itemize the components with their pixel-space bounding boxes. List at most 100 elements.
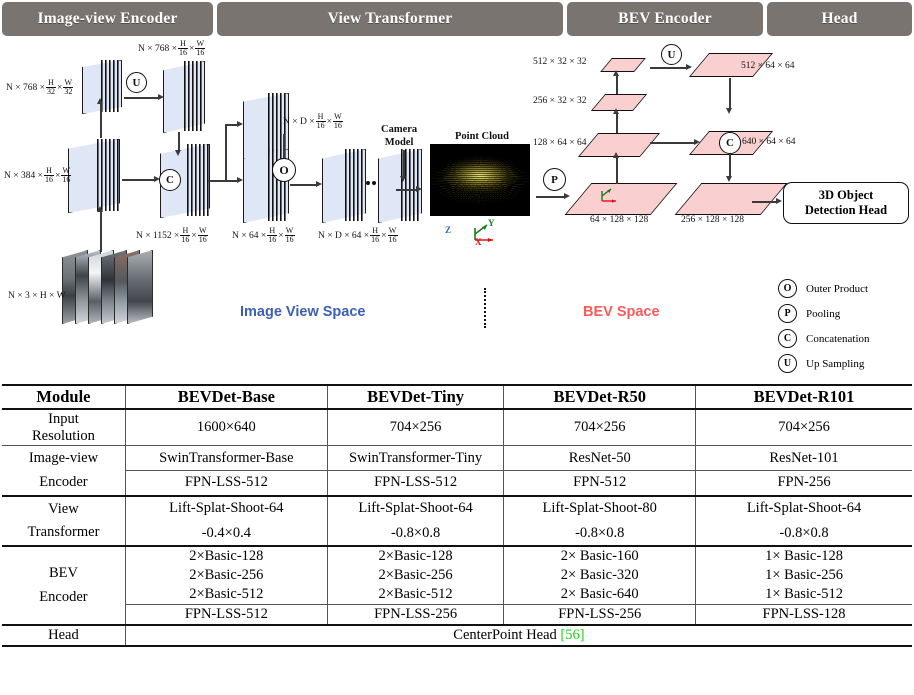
head-value-text: CenterPoint Head [453,627,557,644]
bev-map-128 [577,133,661,157]
stack-edge [113,139,115,211]
arrow-head [694,138,700,145]
table-col-bevdet-base: BEVDet-Base [124,384,328,409]
table-row: 2×Basic-256 2×Basic-256 2× Basic-320 1× … [2,566,912,586]
table-col-bevdet-tiny: BEVDet-Tiny [326,384,504,409]
arrow-head [237,176,243,183]
feature-1152-shape-label: N × 1152 × H 16 × W 16 [136,225,208,244]
stack-edges [186,144,209,216]
legend-label: Concatenation [806,332,870,345]
row-module-label: Image-view Encoder [2,445,126,496]
arrow-head [399,176,406,182]
feature-stack-768-16 [163,61,205,133]
arrow-head [725,108,732,114]
cell: SwinTransformer-Base [124,445,328,471]
cell: FPN-LSS-512 [124,469,328,496]
cell: 2× Basic-320 [503,566,696,586]
cell: 2×Basic-256 [124,566,328,586]
stage-header-label: View Transformer [327,10,453,27]
camera-model-label: Camera Model [381,124,418,148]
stage-header-row: Image-view Encoder View Transformer BEV … [0,2,914,36]
stack-edge [280,93,282,157]
legend-label: Outer Product [806,282,869,295]
stage-header-label: BEV Encoder [618,10,712,27]
arrow-head [725,176,732,182]
citation-ref: [56] [560,627,585,644]
arrow-pooling [536,196,566,198]
outer-product-icon: O [778,279,797,298]
up-sampling-icon: U [778,354,797,373]
stack-edge [361,149,363,221]
arrow-split-bus [208,180,226,182]
arrow-to-detection-head [752,201,778,203]
bev-map-out-256-label: 256 × 128 × 128 [681,215,744,225]
stage-header-label: Head [821,10,858,27]
cell: Lift-Splat-Shoot-64 [124,494,328,521]
arrow-head [96,98,103,104]
stack-edge [199,144,201,216]
arrow-head [316,180,322,187]
legend-item-outer-product: O Outer Product [778,276,914,301]
multi-view-camera-images [62,250,154,324]
fraction-w-16: W 16 [197,225,208,244]
feature-volume-shape-label: N × D × 64 × H 16 × W 16 [318,225,398,244]
point-cloud-visualization [430,144,530,216]
row-module-label: Head [2,624,126,647]
fraction-h-16: H 16 [370,225,381,244]
image-view-space-caption: Image View Space [240,304,366,320]
cell: -0.8×0.8 [503,520,696,547]
row-module-label: BEV Encoder [2,545,126,626]
concatenation-icon: C [778,329,797,348]
arrow-split-bus-vertical [225,124,227,181]
stack-edge [272,93,274,157]
stack-edges [100,60,120,112]
bev-map-512 [600,58,646,72]
up-sampling-op-icon: U [126,72,147,93]
arrow-to-concat-left [122,179,156,181]
cell: 2× Basic-160 [503,545,696,567]
cell: 1× Basic-256 [695,566,912,586]
axis-label-x: X [475,237,482,247]
bev-map-64-label: 64 × 128 × 128 [590,215,649,225]
stack-edges [96,139,119,211]
fraction-w-16: W 16 [61,165,72,184]
cell: 1× Basic-128 [695,545,912,567]
stack-edge [187,144,189,216]
cell: 2×Basic-256 [326,566,504,586]
cell: 2× Basic-640 [503,585,696,605]
legend-item-pooling: P Pooling [778,301,914,326]
row-module-label: View Transformer [2,494,126,547]
table-row: FPN-LSS-512 FPN-LSS-512 FPN-512 FPN-256 [2,469,912,496]
cell: FPN-LSS-512 [124,604,328,626]
legend-label: Pooling [806,307,841,320]
row-module-label: Input Resolution [2,408,126,446]
pooling-icon: P [778,304,797,323]
fraction-h-16: H 16 [177,38,188,57]
stack-edge [117,139,119,211]
stack-edge [405,149,407,221]
stack-edge [191,144,193,216]
table-row-head: Head CenterPoint Head [56] [2,624,912,647]
cell: SwinTransformer-Tiny [326,445,504,471]
bev-map-up-512-label: 512 × 64 × 64 [741,61,795,71]
fraction-w-16: W 16 [387,225,398,244]
arrow-input-to-backbone [100,212,102,252]
concatenation-op-icon: C [159,169,181,191]
stage-header-view-transformer: View Transformer [217,2,563,36]
stage-header-head: Head [767,2,912,36]
figure-root: Image-view Encoder View Transformer BEV … [0,0,914,695]
outer-product-op-icon: O [272,158,296,182]
detection-head-line1: 3D Object [818,188,874,203]
axis-label-y: Y [488,218,495,228]
feature-stack-volume-b [378,149,422,223]
stack-edge [105,139,107,211]
arrow-bev-256-to-512 [616,76,618,94]
stack-edge [105,60,107,112]
arrow-head [612,108,619,114]
arrow-depth-to-outer [283,134,285,160]
cell: -0.8×0.8 [695,520,912,547]
arrow-head [174,150,181,156]
table-row: 2×Basic-512 2×Basic-512 2× Basic-640 1× … [2,585,912,605]
stack-edge [345,149,347,221]
cell: 1600×640 [124,408,328,446]
